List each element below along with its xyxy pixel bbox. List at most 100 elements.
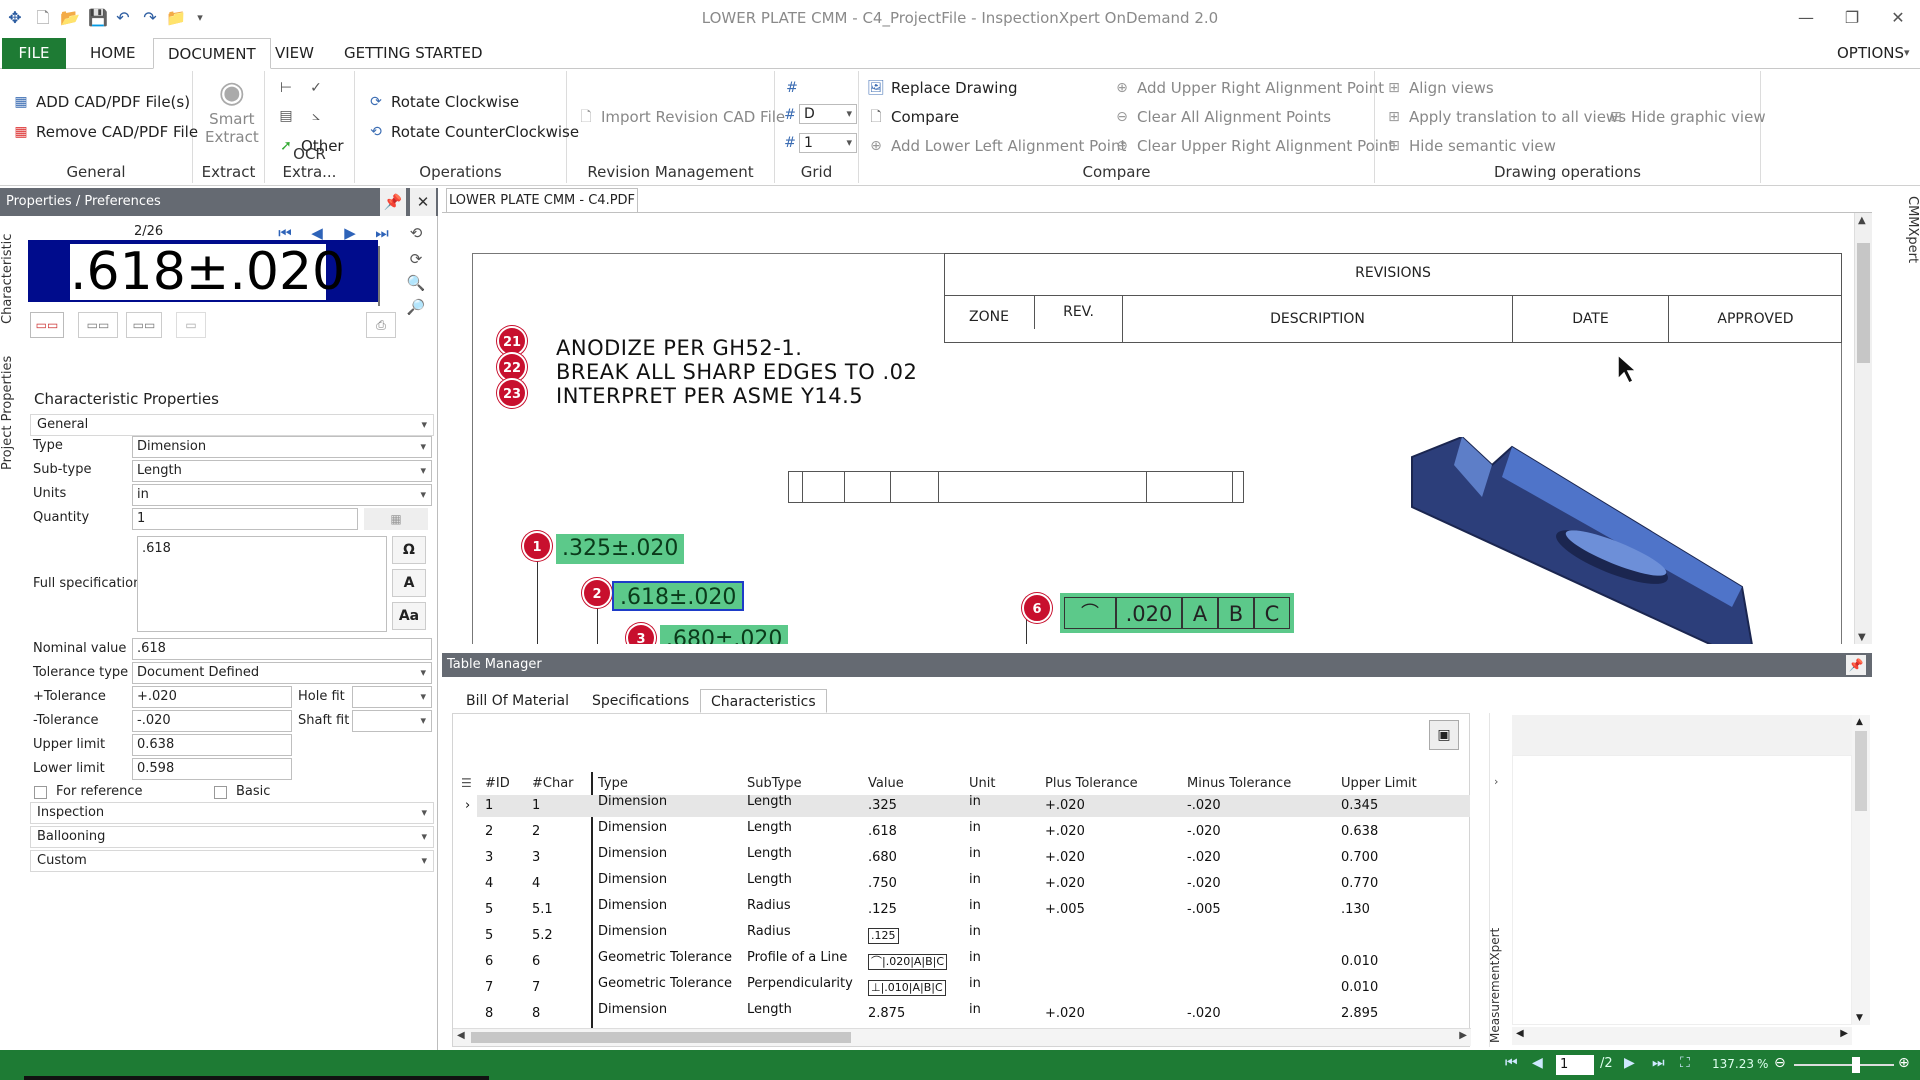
cell-sub[interactable]: Profile of a Line (747, 950, 847, 965)
cell-sub[interactable]: Radius (747, 924, 791, 939)
cell-unit[interactable]: in (969, 872, 981, 887)
hide-semantic-button[interactable]: ⊞ Hide semantic view (1385, 137, 1556, 155)
add-lower-left-button[interactable]: ⊕ Add Lower Left Alignment Point (867, 137, 1126, 155)
col-value[interactable]: Value (868, 776, 904, 791)
cell-type[interactable]: Dimension (598, 1002, 667, 1017)
next-page-icon[interactable]: ▶ (1624, 1055, 1635, 1071)
quantity-input[interactable]: 1 (132, 508, 358, 530)
cell-value[interactable]: .680 (868, 850, 897, 865)
cell-unit[interactable]: in (969, 950, 981, 965)
cmmxpert-side-tab[interactable]: CMMXpert (1892, 196, 1920, 276)
first-page-icon[interactable]: ⏮ (1505, 1055, 1518, 1071)
cell-upper[interactable]: 2.895 (1341, 1006, 1378, 1021)
cell-value[interactable]: ⌒|.020|A|B|C (868, 954, 948, 970)
balloon-6[interactable]: 6 (1022, 593, 1052, 623)
cell-type[interactable]: Dimension (598, 898, 667, 913)
cell-minus[interactable]: -.020 (1187, 1006, 1221, 1021)
cell-type[interactable]: Dimension (598, 872, 667, 887)
import-revision-button[interactable]: 🗋 Import Revision CAD File (577, 108, 785, 126)
hide-graphic-button[interactable]: ⊞ Hide graphic view (1607, 108, 1765, 126)
note-balloon-23[interactable]: 23 (497, 378, 527, 408)
plus-tolerance-input[interactable]: +.020 (132, 686, 292, 708)
cell-char[interactable]: 3 (532, 850, 540, 865)
replace-drawing-button[interactable]: 🖼 Replace Drawing (867, 79, 1017, 97)
dim-tag-1[interactable]: .325±.020 (556, 534, 685, 564)
remove-cad-button[interactable]: ▦ Remove CAD/PDF File (12, 123, 198, 141)
ocr-mode-2-icon[interactable]: ▭▭ (78, 312, 118, 338)
grid-horizontal-scrollbar[interactable]: ◀ ▶ (453, 1028, 1471, 1046)
ocr-mode-4-icon[interactable]: ▭ (176, 312, 206, 338)
grid-hscroll-thumb[interactable] (471, 1032, 851, 1043)
cell-id[interactable]: 3 (485, 850, 493, 865)
panel-close-icon[interactable]: ✕ (410, 188, 436, 216)
ocr-mode-1-icon[interactable]: ▭▭ (30, 312, 64, 338)
ocr-measure-icon[interactable]: ⦣ (307, 107, 325, 125)
zoom-slider[interactable] (1794, 1057, 1894, 1073)
general-section[interactable]: General (30, 414, 434, 436)
cell-sub[interactable]: Length (747, 1002, 792, 1017)
cell-plus[interactable]: +.020 (1045, 850, 1085, 865)
for-reference-checkbox[interactable] (34, 786, 47, 799)
hole-fit-select[interactable] (352, 686, 432, 708)
rotate-cw-button[interactable]: ⟳ Rotate Clockwise (367, 93, 519, 111)
cell-char[interactable]: 2 (532, 824, 540, 839)
rotate-view-icon[interactable]: ⟲ (405, 222, 427, 244)
right-pane-vscroll[interactable]: ▲ ▼ (1852, 715, 1870, 1025)
cell-type[interactable]: Geometric Tolerance (598, 950, 732, 965)
right-scroll-left-icon[interactable]: ◀ (1516, 1028, 1524, 1039)
cell-plus[interactable]: +.020 (1045, 798, 1085, 813)
compare-button[interactable]: 🗋 Compare (867, 108, 959, 126)
menu-view[interactable]: VIEW (261, 38, 328, 69)
cell-char[interactable]: 5.1 (532, 902, 553, 917)
tab-characteristics[interactable]: Characteristics (700, 689, 827, 713)
units-select[interactable]: in (132, 484, 432, 506)
basic-checkbox[interactable] (214, 786, 227, 799)
cell-char[interactable]: 1 (532, 798, 540, 813)
lower-limit-input[interactable]: 0.598 (132, 758, 292, 780)
cell-value[interactable]: 2.875 (868, 1006, 905, 1021)
cell-id[interactable]: 6 (485, 954, 493, 969)
cell-unit[interactable]: in (969, 794, 981, 809)
font-aa-icon[interactable]: Aa (392, 602, 426, 630)
cell-upper[interactable]: 0.638 (1341, 824, 1378, 839)
minimize-icon[interactable]: — (1786, 6, 1826, 30)
last-page-icon[interactable]: ⏭ (1652, 1055, 1665, 1071)
clear-upper-right-button[interactable]: ⊖ Clear Upper Right Alignment Point (1113, 137, 1394, 155)
cell-sub[interactable]: Length (747, 820, 792, 835)
right-scroll-down-icon[interactable]: ▼ (1856, 1013, 1863, 1023)
balloon-2[interactable]: 2 (582, 578, 612, 608)
vtab-project-properties[interactable]: Project Properties (0, 338, 26, 488)
cell-type[interactable]: Dimension (598, 820, 667, 835)
close-icon[interactable]: ✕ (1878, 6, 1918, 30)
right-scroll-thumb[interactable] (1855, 731, 1867, 811)
col-type[interactable]: Type (598, 776, 628, 791)
cell-plus[interactable]: +.020 (1045, 1006, 1085, 1021)
col-id[interactable]: #ID (485, 776, 510, 791)
right-scroll-right-icon[interactable]: ▶ (1840, 1028, 1848, 1039)
col-minus-tolerance[interactable]: Minus Tolerance (1187, 776, 1291, 791)
cell-sub[interactable]: Length (747, 794, 792, 809)
custom-section[interactable]: Custom (30, 850, 434, 872)
ocr-table-icon[interactable]: ▤ (277, 107, 295, 125)
cell-char[interactable]: 5.2 (532, 928, 553, 943)
row-expand-icon[interactable]: › (465, 798, 470, 813)
menu-document[interactable]: DOCUMENT (153, 38, 271, 69)
grid-icon[interactable]: # (783, 79, 801, 97)
grid-letter-select[interactable]: D (799, 104, 857, 124)
omega-icon[interactable]: Ω (392, 536, 426, 564)
cell-value[interactable]: .750 (868, 876, 897, 891)
drawing-canvas[interactable]: REVISIONS ZONE REV. DESCRIPTION DATE APP… (442, 212, 1872, 644)
col-plus-tolerance[interactable]: Plus Tolerance (1045, 776, 1138, 791)
cell-minus[interactable]: -.020 (1187, 850, 1221, 865)
page-input[interactable]: 1 (1556, 1055, 1594, 1075)
col-char[interactable]: #Char (532, 776, 574, 791)
cell-id[interactable]: 7 (485, 980, 493, 995)
font-a-icon[interactable]: A (392, 569, 426, 597)
cell-type[interactable]: Dimension (598, 794, 667, 809)
menu-home[interactable]: HOME (76, 38, 150, 69)
cell-type[interactable]: Dimension (598, 846, 667, 861)
upper-limit-input[interactable]: 0.638 (132, 734, 292, 756)
cell-char[interactable]: 8 (532, 1006, 540, 1021)
cell-upper[interactable]: 0.345 (1341, 798, 1378, 813)
fit-page-icon[interactable]: ⛶ (1680, 1055, 1690, 1071)
